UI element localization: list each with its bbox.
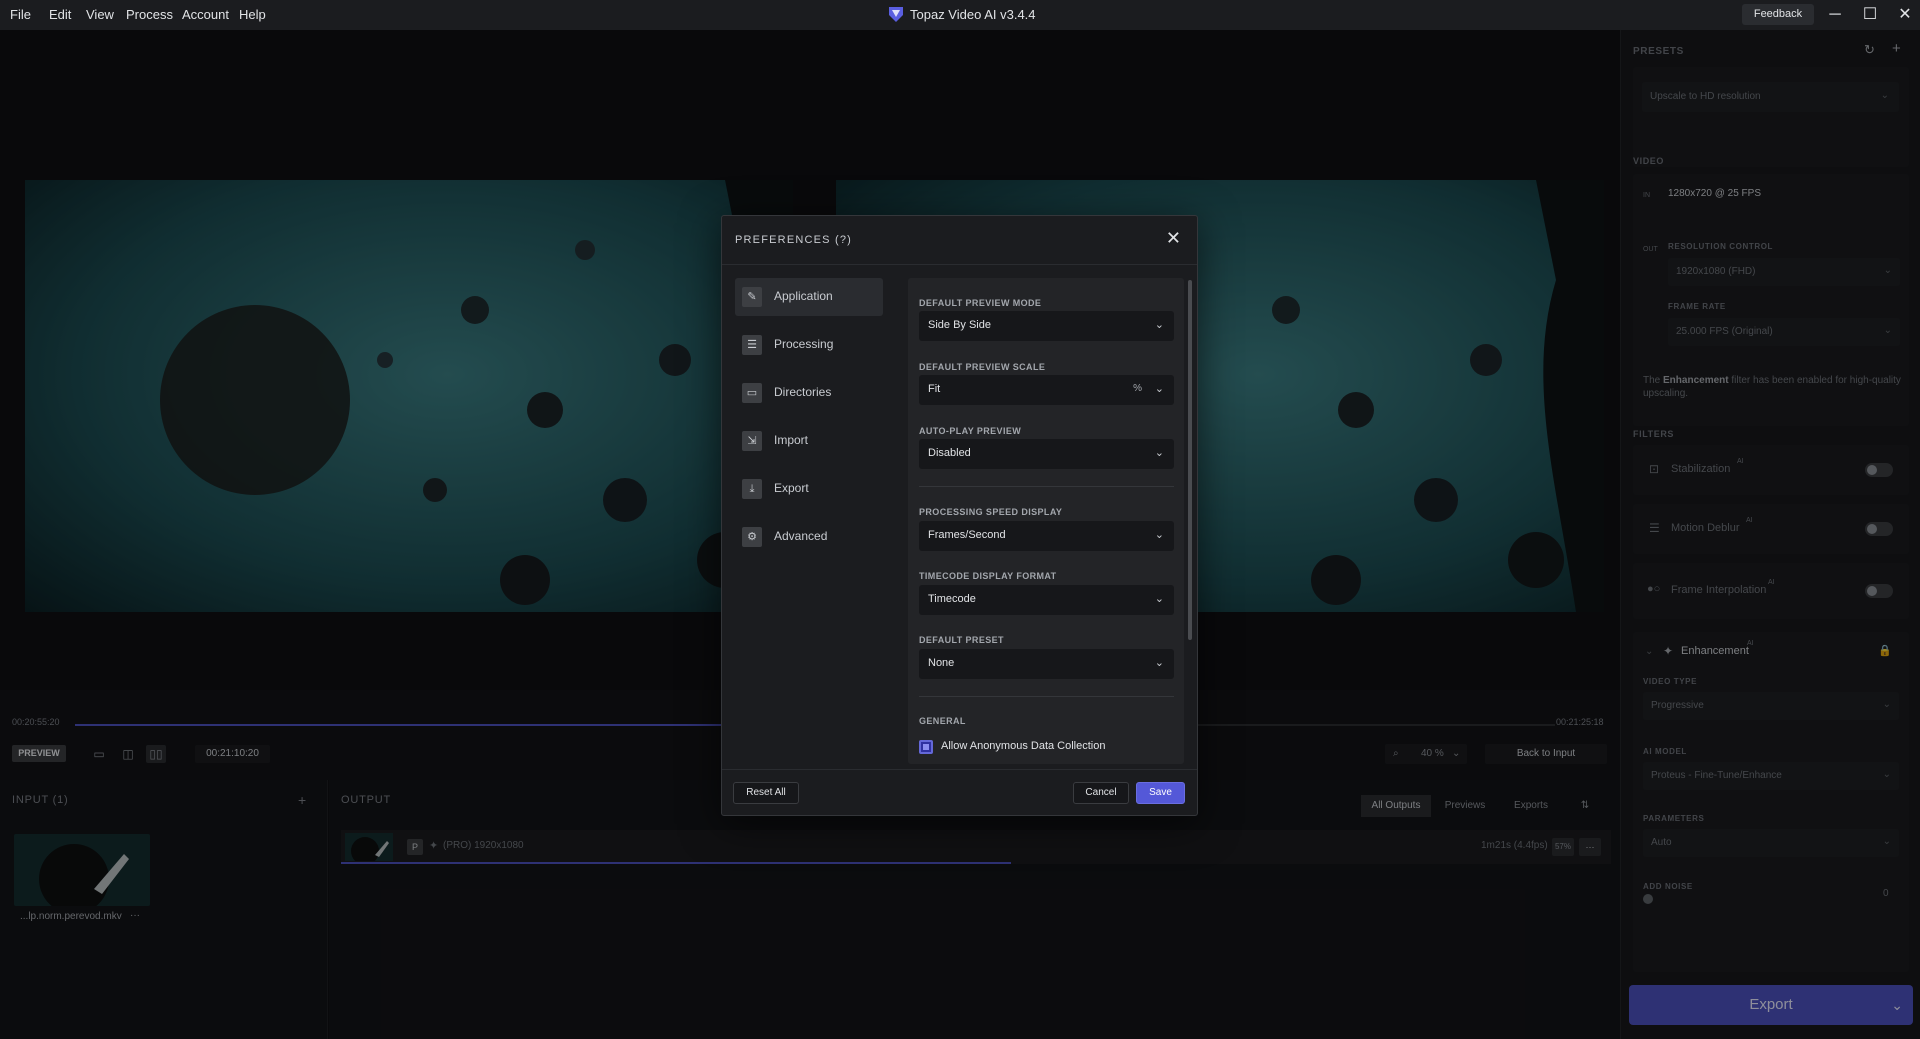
- chevron-down-icon: ⌄: [1154, 383, 1164, 395]
- general-label: GENERAL: [919, 716, 966, 726]
- maximize-icon[interactable]: ☐: [1860, 5, 1880, 25]
- nav-label: Import: [774, 433, 809, 447]
- nav-export[interactable]: ⤓ Export: [735, 470, 883, 508]
- preview-mode-label: DEFAULT PREVIEW MODE: [919, 298, 1042, 308]
- speed-display-label: PROCESSING SPEED DISPLAY: [919, 507, 1063, 517]
- nav-directories[interactable]: ▭ Directories: [735, 374, 883, 412]
- preview-mode-select[interactable]: Side By Side ⌄: [919, 311, 1174, 341]
- nav-application[interactable]: ✎ Application: [735, 278, 883, 316]
- menu-process[interactable]: Process: [126, 7, 173, 22]
- preview-scale-select[interactable]: Fit % ⌄: [919, 375, 1174, 405]
- chevron-down-icon: ⌄: [1154, 593, 1164, 605]
- reset-all-button[interactable]: Reset All: [733, 782, 799, 804]
- default-preset-select[interactable]: None ⌄: [919, 649, 1174, 679]
- content-scrollbar[interactable]: [1188, 280, 1192, 640]
- export-icon: ⤓: [742, 479, 762, 499]
- menu-account[interactable]: Account: [182, 7, 229, 22]
- nav-label: Directories: [774, 385, 832, 399]
- menu-view[interactable]: View: [86, 7, 114, 22]
- dialog-title: PREFERENCES (?): [735, 234, 853, 246]
- feedback-button[interactable]: Feedback: [1742, 4, 1814, 25]
- topaz-logo-icon: [889, 7, 903, 22]
- close-icon[interactable]: ✕: [1166, 228, 1181, 249]
- preview-scale-label: DEFAULT PREVIEW SCALE: [919, 362, 1046, 372]
- chevron-down-icon: ⌄: [1154, 319, 1164, 331]
- autoplay-label: AUTO-PLAY PREVIEW: [919, 426, 1022, 436]
- nav-advanced[interactable]: ⚙ Advanced: [735, 518, 883, 556]
- cancel-button[interactable]: Cancel: [1073, 782, 1129, 804]
- divider: [722, 264, 1197, 265]
- anonymous-data-checkbox[interactable]: [919, 740, 933, 754]
- preferences-dialog: PREFERENCES (?) ✕ ✎ Application ☰ Proces…: [721, 215, 1198, 816]
- divider: [722, 769, 1197, 770]
- app-title: Topaz Video AI v3.4.4: [910, 7, 1036, 22]
- chevron-down-icon: ⌄: [1154, 447, 1164, 459]
- chevron-down-icon: ⌄: [1154, 657, 1164, 669]
- preview-scale-value: Fit: [928, 383, 941, 395]
- save-button[interactable]: Save: [1136, 782, 1185, 804]
- menu-help[interactable]: Help: [239, 7, 266, 22]
- application-icon: ✎: [742, 287, 762, 307]
- autoplay-select[interactable]: Disabled ⌄: [919, 439, 1174, 469]
- nav-label: Advanced: [774, 529, 828, 543]
- anonymous-data-label[interactable]: Allow Anonymous Data Collection: [941, 740, 1105, 752]
- nav-label: Export: [774, 481, 809, 495]
- timecode-format-label: TIMECODE DISPLAY FORMAT: [919, 571, 1057, 581]
- nav-import[interactable]: ⇲ Import: [735, 422, 883, 460]
- divider: [919, 486, 1174, 487]
- folder-icon: ▭: [742, 383, 762, 403]
- nav-label: Application: [774, 289, 833, 303]
- timecode-format-select[interactable]: Timecode ⌄: [919, 585, 1174, 615]
- processing-icon: ☰: [742, 335, 762, 355]
- menu-file[interactable]: File: [10, 7, 31, 22]
- timecode-format-value: Timecode: [928, 593, 976, 605]
- title-bar: File Edit View Process Account Help Topa…: [0, 0, 1920, 30]
- close-window-icon[interactable]: ✕: [1895, 5, 1915, 25]
- chevron-down-icon: ⌄: [1154, 529, 1164, 541]
- minimize-icon[interactable]: ─: [1825, 5, 1845, 25]
- preferences-content: DEFAULT PREVIEW MODE Side By Side ⌄ DEFA…: [908, 278, 1184, 764]
- percent-unit: %: [1133, 383, 1142, 394]
- nav-label: Processing: [774, 337, 834, 351]
- menu-edit[interactable]: Edit: [49, 7, 71, 22]
- default-preset-label: DEFAULT PRESET: [919, 635, 1004, 645]
- autoplay-value: Disabled: [928, 447, 971, 459]
- advanced-icon: ⚙: [742, 527, 762, 547]
- import-icon: ⇲: [742, 431, 762, 451]
- speed-display-select[interactable]: Frames/Second ⌄: [919, 521, 1174, 551]
- divider: [919, 696, 1174, 697]
- preview-mode-value: Side By Side: [928, 319, 991, 331]
- nav-processing[interactable]: ☰ Processing: [735, 326, 883, 364]
- speed-display-value: Frames/Second: [928, 529, 1006, 541]
- default-preset-value: None: [928, 657, 955, 669]
